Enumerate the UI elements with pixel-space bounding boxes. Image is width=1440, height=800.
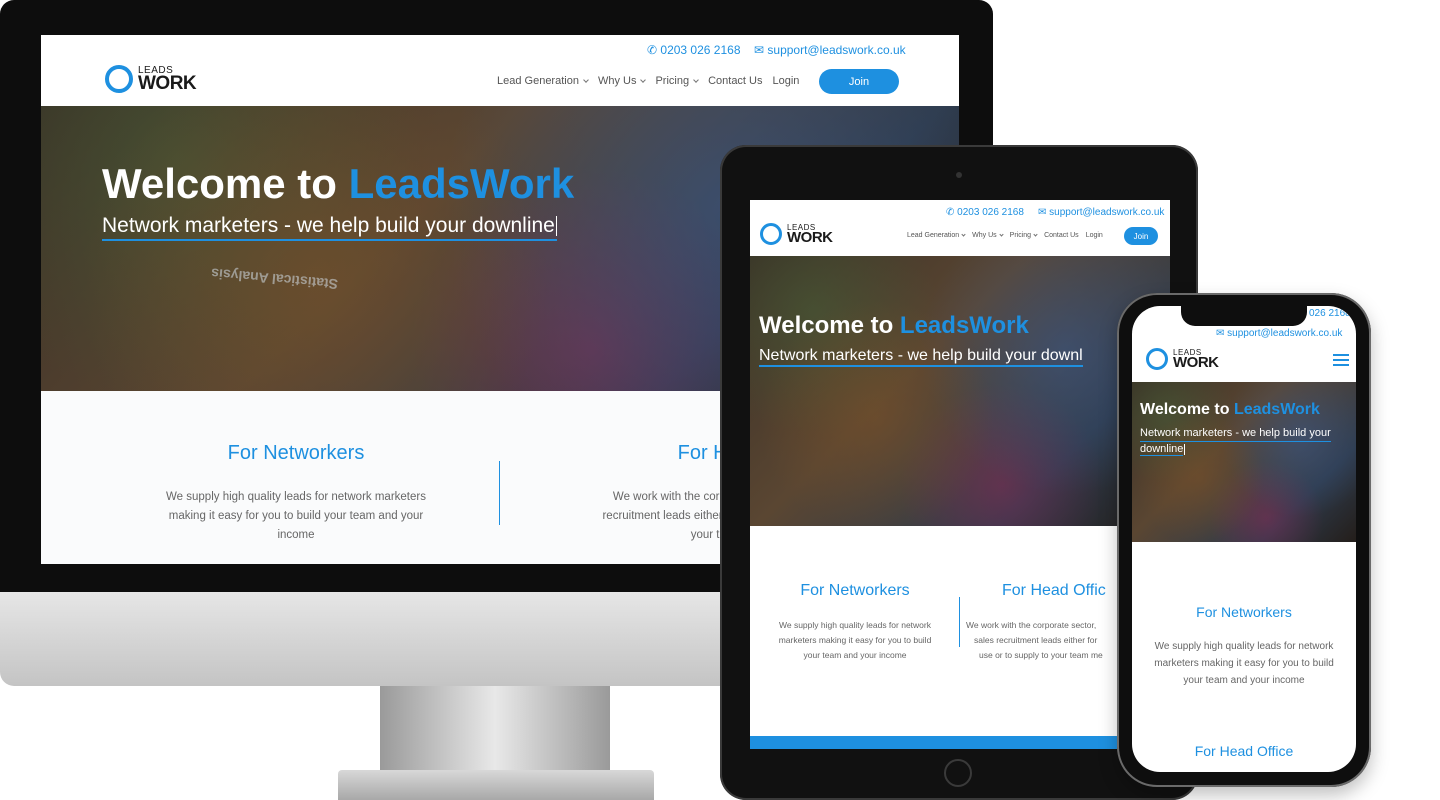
nav-login[interactable]: Login (1086, 232, 1103, 239)
hero-background-text: Statistical Analysis (210, 265, 339, 293)
tablet-hero: Welcome to LeadsWork Network marketers -… (750, 256, 1170, 526)
logo[interactable]: LEADS WORK (105, 65, 197, 94)
networkers-title: For Networkers (1196, 604, 1292, 620)
networkers-body: We supply high quality leads for network… (166, 491, 426, 541)
phone-device: 026 2168 ✉ support@leadswork.co.uk LEADS… (1117, 293, 1371, 787)
hero-title: Welcome to LeadsWork (102, 160, 575, 207)
column-divider (959, 597, 960, 647)
hero-subtitle: Network marketers - we help build your d… (102, 214, 557, 241)
tablet-logo[interactable]: LEADS WORK (760, 223, 833, 245)
envelope-icon: ✉ (1216, 328, 1225, 339)
nav-contact-us[interactable]: Contact Us (1044, 232, 1079, 239)
nav-pricing[interactable]: Pricing (1010, 232, 1038, 239)
hero-title-brand: LeadsWork (348, 160, 575, 207)
nav-contact-us[interactable]: Contact Us (708, 75, 762, 87)
hamburger-menu-icon[interactable] (1333, 354, 1349, 366)
email-link[interactable]: ✉ support@leadswork.co.uk (754, 43, 906, 57)
tablet-email-link[interactable]: ✉ support@leadswork.co.uk (1038, 207, 1164, 218)
logo-text-bottom: WORK (138, 72, 197, 94)
hero-title: Welcome to LeadsWork (1140, 401, 1320, 418)
phone-link[interactable]: ✆ 0203 026 2168 (647, 43, 741, 57)
phone-notch (1181, 306, 1307, 326)
networkers-title: For Networkers (800, 582, 910, 599)
hero-subtitle: Network marketers - we help build your d… (759, 347, 1083, 367)
desktop-header: ✆ 0203 026 2168 ✉ support@leadswork.co.u… (41, 35, 959, 106)
chevron-down-icon (583, 76, 589, 83)
phone-partial-number: 026 2168 (1309, 308, 1351, 319)
chevron-down-icon (1033, 232, 1038, 237)
phone-hero: Welcome to LeadsWork Network marketers -… (1132, 382, 1356, 542)
networkers-title: For Networkers (227, 442, 365, 464)
logo-mark-icon (1146, 348, 1168, 370)
text-cursor (1184, 443, 1186, 455)
phone-email-link[interactable]: ✉ support@leadswork.co.uk (1216, 328, 1342, 339)
desktop-nav: Lead Generation Why Us Pricing Contact U… (497, 75, 799, 87)
tablet-camera (956, 172, 962, 178)
phone-icon: ✆ (647, 43, 658, 57)
nav-why-us[interactable]: Why Us (972, 232, 1004, 239)
tablet-nav: Lead Generation Why Us Pricing Contact U… (907, 232, 1103, 239)
nav-pricing[interactable]: Pricing (655, 75, 699, 87)
email-address: support@leadswork.co.uk (767, 43, 906, 57)
chevron-down-icon (999, 232, 1004, 237)
join-button[interactable]: Join (819, 69, 899, 94)
phone-icon: ✆ (946, 207, 955, 218)
head-office-title: For Head Office (1194, 743, 1294, 759)
chevron-down-icon (640, 76, 647, 83)
monitor-base (338, 770, 654, 800)
column-divider (499, 461, 500, 525)
tablet-blue-band (750, 736, 1170, 749)
nav-lead-generation[interactable]: Lead Generation (497, 75, 589, 87)
tablet-join-button[interactable]: Join (1124, 227, 1158, 245)
phone-screen: 026 2168 ✉ support@leadswork.co.uk LEADS… (1132, 306, 1356, 772)
logo-mark-icon (105, 65, 133, 93)
chevron-down-icon (961, 232, 966, 237)
envelope-icon: ✉ (1038, 207, 1047, 218)
hero-title: Welcome to LeadsWork (759, 312, 1029, 339)
monitor-stand (380, 686, 610, 776)
chevron-down-icon (693, 76, 699, 83)
networkers-body: We supply high quality leads for network… (778, 620, 932, 660)
logo-mark-icon (760, 223, 782, 245)
tablet-phone-link[interactable]: ✆ 0203 026 2168 (946, 207, 1024, 218)
phone-logo[interactable]: LEADS WORK (1146, 348, 1219, 370)
tablet-features: For Networkers We supply high quality le… (750, 526, 1170, 749)
phone-number: 0203 026 2168 (660, 43, 741, 57)
nav-login[interactable]: Login (773, 75, 800, 87)
hero-subtitle: Network marketers - we help build your d… (1140, 427, 1331, 456)
nav-lead-generation[interactable]: Lead Generation (907, 232, 966, 239)
tablet-screen: ✆ 0203 026 2168 ✉ support@leadswork.co.u… (750, 200, 1170, 749)
networkers-body: We supply high quality leads for network… (1154, 641, 1334, 686)
text-cursor (555, 216, 557, 237)
nav-why-us[interactable]: Why Us (598, 75, 647, 87)
envelope-icon: ✉ (754, 43, 765, 57)
tablet-home-button[interactable] (944, 759, 972, 787)
